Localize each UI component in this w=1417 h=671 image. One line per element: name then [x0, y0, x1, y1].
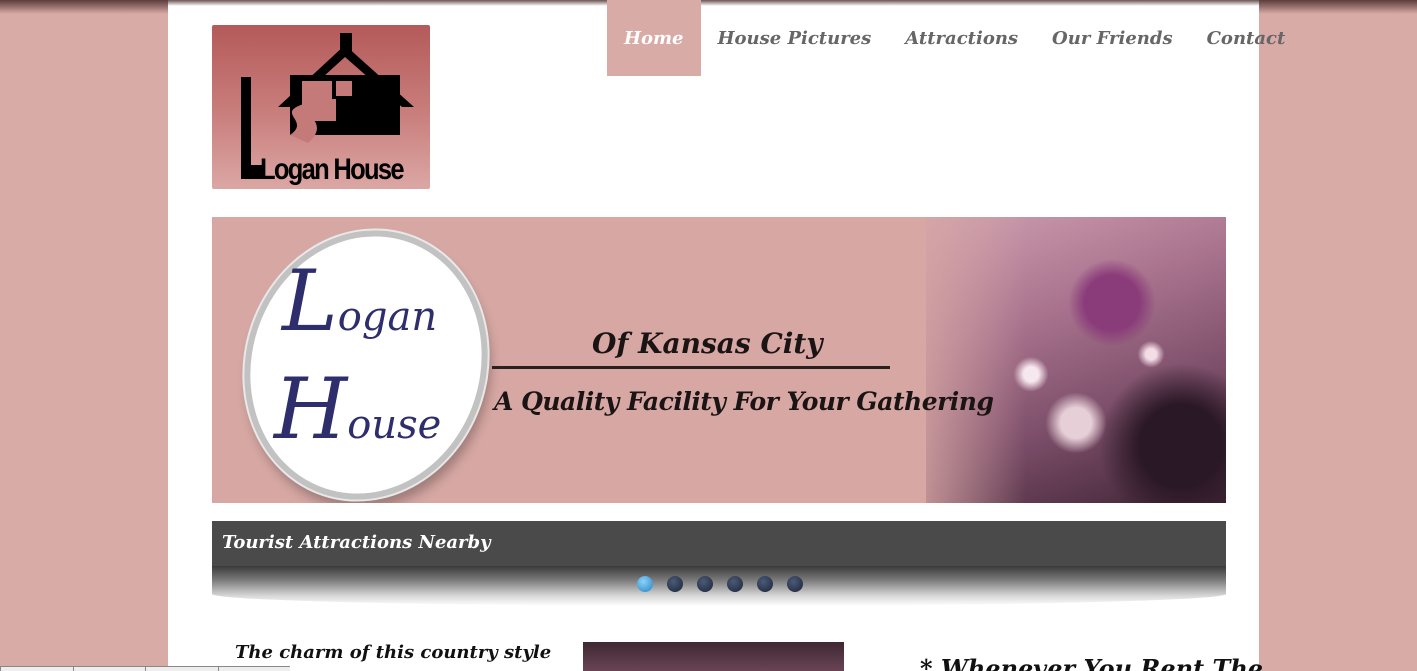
taskbar-button-1[interactable]	[0, 666, 73, 671]
intro-text: The charm of this country style	[235, 642, 552, 663]
taskbar-strip	[0, 666, 290, 671]
banner-city: Of Kansas City	[592, 327, 823, 360]
nav-item-contact[interactable]: Contact	[1190, 0, 1303, 76]
banner-logo-rest-1: ogan	[337, 294, 438, 340]
slider-caption: Tourist Attractions Nearby	[212, 521, 1226, 566]
nav-item-house-pictures[interactable]: House Pictures	[701, 0, 889, 76]
side-heading: * Whenever You Rent The	[920, 654, 1264, 671]
slider-dot-4[interactable]	[727, 576, 743, 592]
banner-tagline: A Quality Facility For Your Gathering	[494, 387, 994, 416]
taskbar-button-3[interactable]	[145, 666, 218, 671]
banner-logo-rest-2: ouse	[347, 402, 442, 448]
logo-text: Logan House	[260, 153, 405, 186]
main-nav: Home House Pictures Attractions Our Frie…	[607, 0, 1302, 76]
banner-divider	[492, 366, 890, 369]
hero-banner: Logan House Of Kansas City A Quality Fac…	[212, 217, 1226, 503]
banner-logo-initial-2: H	[274, 360, 348, 458]
site-logo[interactable]: Logan House	[212, 25, 430, 189]
banner-logo-word-2: House	[274, 367, 441, 451]
slider-caption-text: Tourist Attractions Nearby	[222, 532, 491, 553]
taskbar-button-4[interactable]	[217, 666, 290, 671]
page-container: Logan House Home House Pictures Attracti…	[168, 0, 1285, 671]
banner-photo-fade	[896, 217, 1026, 503]
slider-pagination	[637, 576, 803, 592]
banner-logo-word-1: Logan	[282, 259, 437, 343]
slider-dot-3[interactable]	[697, 576, 713, 592]
nav-item-our-friends[interactable]: Our Friends	[1035, 0, 1190, 76]
banner-logo-initial-1: L	[282, 252, 338, 350]
slider-dot-2[interactable]	[667, 576, 683, 592]
slider-dot-5[interactable]	[757, 576, 773, 592]
taskbar-button-2[interactable]	[72, 666, 145, 671]
slider-dot-6[interactable]	[787, 576, 803, 592]
nav-item-home[interactable]: Home	[607, 0, 701, 76]
slider-dot-1[interactable]	[637, 576, 653, 592]
nav-item-attractions[interactable]: Attractions	[888, 0, 1035, 76]
content-thumbnail-image[interactable]	[583, 642, 844, 671]
